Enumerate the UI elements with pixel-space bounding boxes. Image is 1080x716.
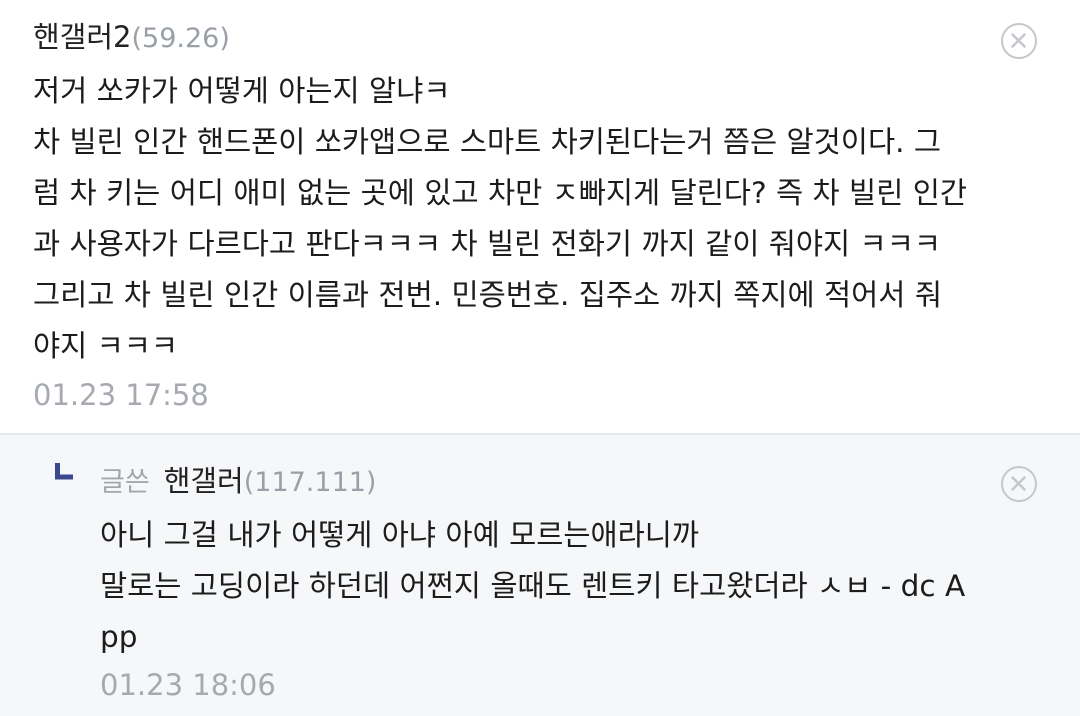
- comment-author: 핸갤러2 (59.26): [33, 14, 230, 56]
- reply-ip: (117.111): [243, 467, 377, 498]
- reply-body-line: pp: [100, 620, 138, 654]
- comment-ip: (59.26): [131, 23, 230, 54]
- comment-body-line: 야지 ㅋㅋㅋ: [33, 329, 179, 363]
- reply: 글쓴 핸갤러 (117.111) 아니 그걸 내가 어떻게 아냐 아예 모르는애…: [0, 435, 1080, 716]
- reply-arrow-icon: [55, 463, 73, 480]
- close-circle-icon: [1011, 33, 1026, 48]
- reply-nickname[interactable]: 핸갤러: [164, 458, 244, 500]
- comment-body-line: 차 빌린 인간 핸드폰이 쏘카앱으로 스마트 차키된다는거 쯤은 알것이다. 그: [33, 125, 941, 159]
- comment-body-line: 그리고 차 빌린 인간 이름과 전번. 민증번호. 집주소 까지 쪽지에 적어서…: [33, 278, 942, 312]
- close-circle-icon: [1011, 476, 1026, 491]
- reply-author: 글쓴 핸갤러 (117.111): [100, 458, 376, 500]
- reply-body: 아니 그걸 내가 어떻게 아냐 아예 모르는애라니까 말로는 고딩이라 하던데 …: [100, 510, 965, 663]
- writer-badge: 글쓴: [100, 467, 150, 498]
- comment-delete-button[interactable]: [1001, 23, 1037, 59]
- comment-thread: 핸갤러2 (59.26) 저거 쏘카가 어떻게 아는지 알냐ㅋ 차 빌린 인간 …: [0, 0, 1080, 716]
- comment: 핸갤러2 (59.26) 저거 쏘카가 어떻게 아는지 알냐ㅋ 차 빌린 인간 …: [0, 0, 1080, 435]
- reply-body-line: 말로는 고딩이라 하던데 어쩐지 올때도 렌트키 타고왔더라 ㅅㅂ - dc A: [100, 569, 966, 603]
- comment-body-line: 럼 차 키는 어디 애미 없는 곳에 있고 차만 ㅈ빠지게 달린다? 즉 차 빌…: [33, 176, 967, 210]
- comment-body: 저거 쏘카가 어떻게 아는지 알냐ㅋ 차 빌린 인간 핸드폰이 쏘카앱으로 스마…: [33, 66, 967, 372]
- comment-timestamp: 01.23 17:58: [33, 378, 209, 412]
- reply-timestamp: 01.23 18:06: [100, 668, 276, 702]
- comment-body-line: 과 사용자가 다르다고 판다ㅋㅋㅋ 차 빌린 전화기 까지 같이 줘야지 ㅋㅋㅋ: [33, 227, 941, 261]
- reply-delete-button[interactable]: [1001, 466, 1037, 502]
- comment-body-line: 저거 쏘카가 어떻게 아는지 알냐ㅋ: [33, 74, 451, 108]
- reply-body-line: 아니 그걸 내가 어떻게 아냐 아예 모르는애라니까: [100, 518, 700, 552]
- comment-nickname[interactable]: 핸갤러2: [33, 14, 132, 56]
